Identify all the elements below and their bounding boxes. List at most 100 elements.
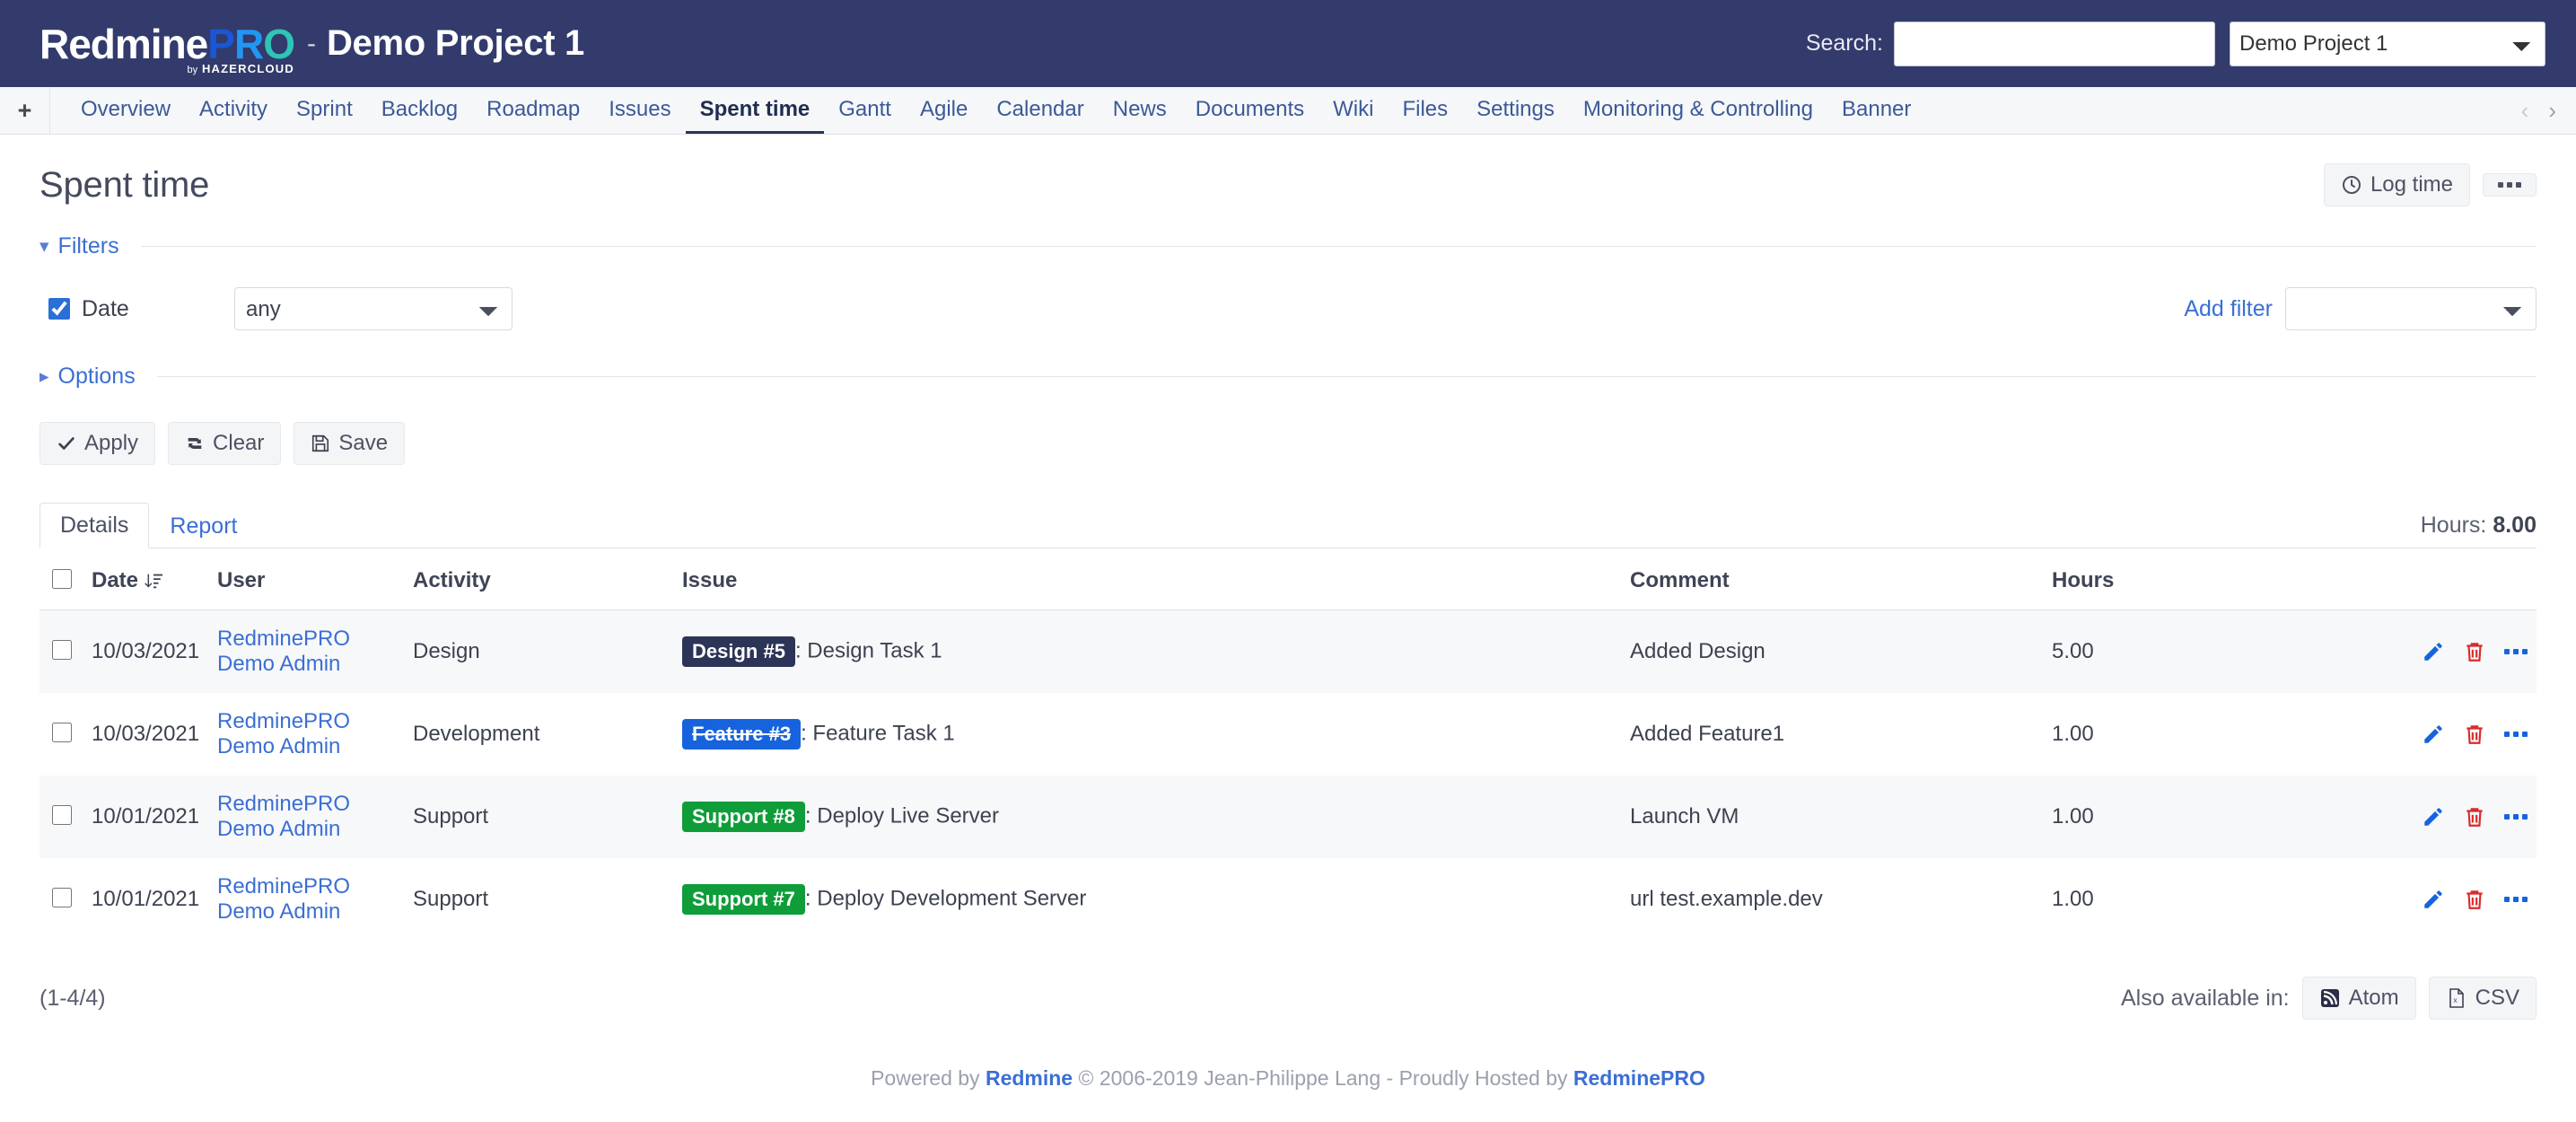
edit-icon[interactable] <box>2422 723 2445 746</box>
page-more-actions-button[interactable] <box>2483 173 2537 197</box>
nav-item-gantt[interactable]: Gantt <box>824 87 906 134</box>
issue-badge[interactable]: Feature #3 <box>682 718 802 750</box>
column-header-issue[interactable]: Issue <box>682 552 1630 610</box>
row-tools <box>2348 723 2537 746</box>
add-menu-button[interactable]: + <box>0 87 50 134</box>
search-label: Search: <box>1805 31 1883 56</box>
nav-item-documents[interactable]: Documents <box>1181 87 1319 134</box>
delete-icon[interactable] <box>2463 640 2486 663</box>
ellipsis-icon[interactable] <box>2504 732 2528 737</box>
issue-separator: : <box>804 886 811 911</box>
user-link[interactable]: RedminePRO Demo Admin <box>217 627 350 676</box>
cell-user: RedminePRO Demo Admin <box>217 609 413 693</box>
nav-item-banner[interactable]: Banner <box>1827 87 1925 134</box>
redminepro-logo[interactable]: RedminePRO by HAZERCLOUD <box>39 20 295 75</box>
cell-hours: 1.00 <box>2052 887 2094 911</box>
issue-badge[interactable]: Support #7 <box>682 883 805 916</box>
page-actions: Log time <box>2323 163 2537 206</box>
ellipsis-icon[interactable] <box>2504 814 2528 820</box>
options-divider <box>156 376 2537 377</box>
delete-icon[interactable] <box>2463 723 2486 746</box>
footer-redmine-link[interactable]: Redmine <box>986 1066 1073 1090</box>
issue-badge[interactable]: Design #5 <box>682 636 795 668</box>
issue-separator: : <box>804 803 811 828</box>
edit-icon[interactable] <box>2422 888 2445 911</box>
filter-date-checkbox[interactable] <box>48 298 70 320</box>
save-button[interactable]: Save <box>294 422 406 465</box>
cell-issue: Support #8: Deploy Live Server <box>682 776 1630 858</box>
nav-item-spent-time[interactable]: Spent time <box>685 87 825 134</box>
ellipsis-icon[interactable] <box>2504 897 2528 902</box>
nav-item-sprint[interactable]: Sprint <box>282 87 367 134</box>
delete-icon[interactable] <box>2463 805 2486 828</box>
search-input[interactable] <box>1894 21 2215 66</box>
footer-copyright: © 2006-2019 Jean-Philippe Lang - <box>1078 1066 1394 1090</box>
project-select[interactable]: Demo Project 1 <box>2230 21 2545 66</box>
clear-button[interactable]: Clear <box>168 422 282 465</box>
log-time-label: Log time <box>2370 172 2453 197</box>
edit-icon[interactable] <box>2422 805 2445 828</box>
log-time-button[interactable]: Log time <box>2323 163 2470 206</box>
row-checkbox[interactable] <box>52 805 72 825</box>
table-body: 10/03/2021 RedminePRO Demo Admin Design … <box>39 609 2537 942</box>
cell-comment: Launch VM <box>1630 776 2052 858</box>
nav-item-backlog[interactable]: Backlog <box>367 87 472 134</box>
nav-item-files[interactable]: Files <box>1388 87 1462 134</box>
page-footer: Powered by Redmine © 2006-2019 Jean-Phil… <box>39 1066 2537 1091</box>
column-header-comment[interactable]: Comment <box>1630 552 2052 610</box>
apply-button[interactable]: Apply <box>39 422 156 465</box>
csv-label: CSV <box>2475 986 2519 1010</box>
options-toggle[interactable]: ▸ Options <box>39 364 2537 390</box>
ellipsis-icon[interactable] <box>2504 649 2528 654</box>
nav-item-monitoring-controlling[interactable]: Monitoring & Controlling <box>1569 87 1827 134</box>
nav-item-roadmap[interactable]: Roadmap <box>472 87 594 134</box>
nav-item-wiki[interactable]: Wiki <box>1319 87 1388 134</box>
nav-item-activity[interactable]: Activity <box>185 87 282 134</box>
chevron-left-icon[interactable]: ‹ <box>2521 99 2529 122</box>
nav-item-news[interactable]: News <box>1099 87 1181 134</box>
user-link[interactable]: RedminePRO Demo Admin <box>217 792 350 841</box>
nav-item-agile[interactable]: Agile <box>906 87 982 134</box>
logo-r-letter: R <box>233 20 264 67</box>
table-row: 10/03/2021 RedminePRO Demo Admin Design … <box>39 609 2537 693</box>
table-header-row: Date User Activity Issue Comment Hours <box>39 552 2537 610</box>
csv-export-button[interactable]: x CSV <box>2428 977 2537 1020</box>
date-sort-control[interactable]: Date <box>92 568 163 593</box>
atom-export-button[interactable]: Atom <box>2301 977 2416 1020</box>
cell-tools <box>2348 693 2537 776</box>
cell-comment: Added Feature1 <box>1630 722 1785 746</box>
nav-item-overview[interactable]: Overview <box>66 87 185 134</box>
row-checkbox[interactable] <box>52 640 72 660</box>
user-link[interactable]: RedminePRO Demo Admin <box>217 874 350 924</box>
delete-icon[interactable] <box>2463 888 2486 911</box>
filters-toggle[interactable]: ▾ Filters <box>39 233 2537 259</box>
nav-item-settings[interactable]: Settings <box>1462 87 1569 134</box>
issue-subject: Deploy Development Server <box>817 886 1087 911</box>
column-header-activity[interactable]: Activity <box>413 552 682 610</box>
tab-report[interactable]: Report <box>149 504 258 548</box>
column-header-user[interactable]: User <box>217 552 413 610</box>
edit-icon[interactable] <box>2422 640 2445 663</box>
column-header-hours[interactable]: Hours <box>2052 552 2348 610</box>
row-select-cell <box>39 858 92 941</box>
footer-host-link[interactable]: RedminePRO <box>1573 1066 1705 1090</box>
column-header-date[interactable]: Date <box>92 552 217 610</box>
footer-hosted-by: Proudly Hosted by <box>1398 1066 1568 1090</box>
row-checkbox[interactable] <box>52 888 72 907</box>
hours-total: Hours: 8.00 <box>2421 513 2537 548</box>
tab-details[interactable]: Details <box>39 503 150 548</box>
clear-label: Clear <box>213 431 265 455</box>
select-all-checkbox[interactable] <box>52 569 72 589</box>
user-link[interactable]: RedminePRO Demo Admin <box>217 709 350 758</box>
add-filter-label: Add filter <box>2184 295 2273 321</box>
row-tools <box>2348 805 2537 828</box>
nav-item-issues[interactable]: Issues <box>594 87 685 134</box>
row-checkbox[interactable] <box>52 723 72 742</box>
add-filter-select[interactable] <box>2285 287 2537 330</box>
issue-separator: : <box>794 638 802 663</box>
filter-date-operator-select[interactable]: any <box>234 287 513 330</box>
chevron-right-icon[interactable]: › <box>2548 99 2556 122</box>
nav-item-calendar[interactable]: Calendar <box>982 87 1098 134</box>
issue-badge[interactable]: Support #8 <box>682 801 805 833</box>
brand[interactable]: RedminePRO by HAZERCLOUD - Demo Project … <box>39 20 584 75</box>
